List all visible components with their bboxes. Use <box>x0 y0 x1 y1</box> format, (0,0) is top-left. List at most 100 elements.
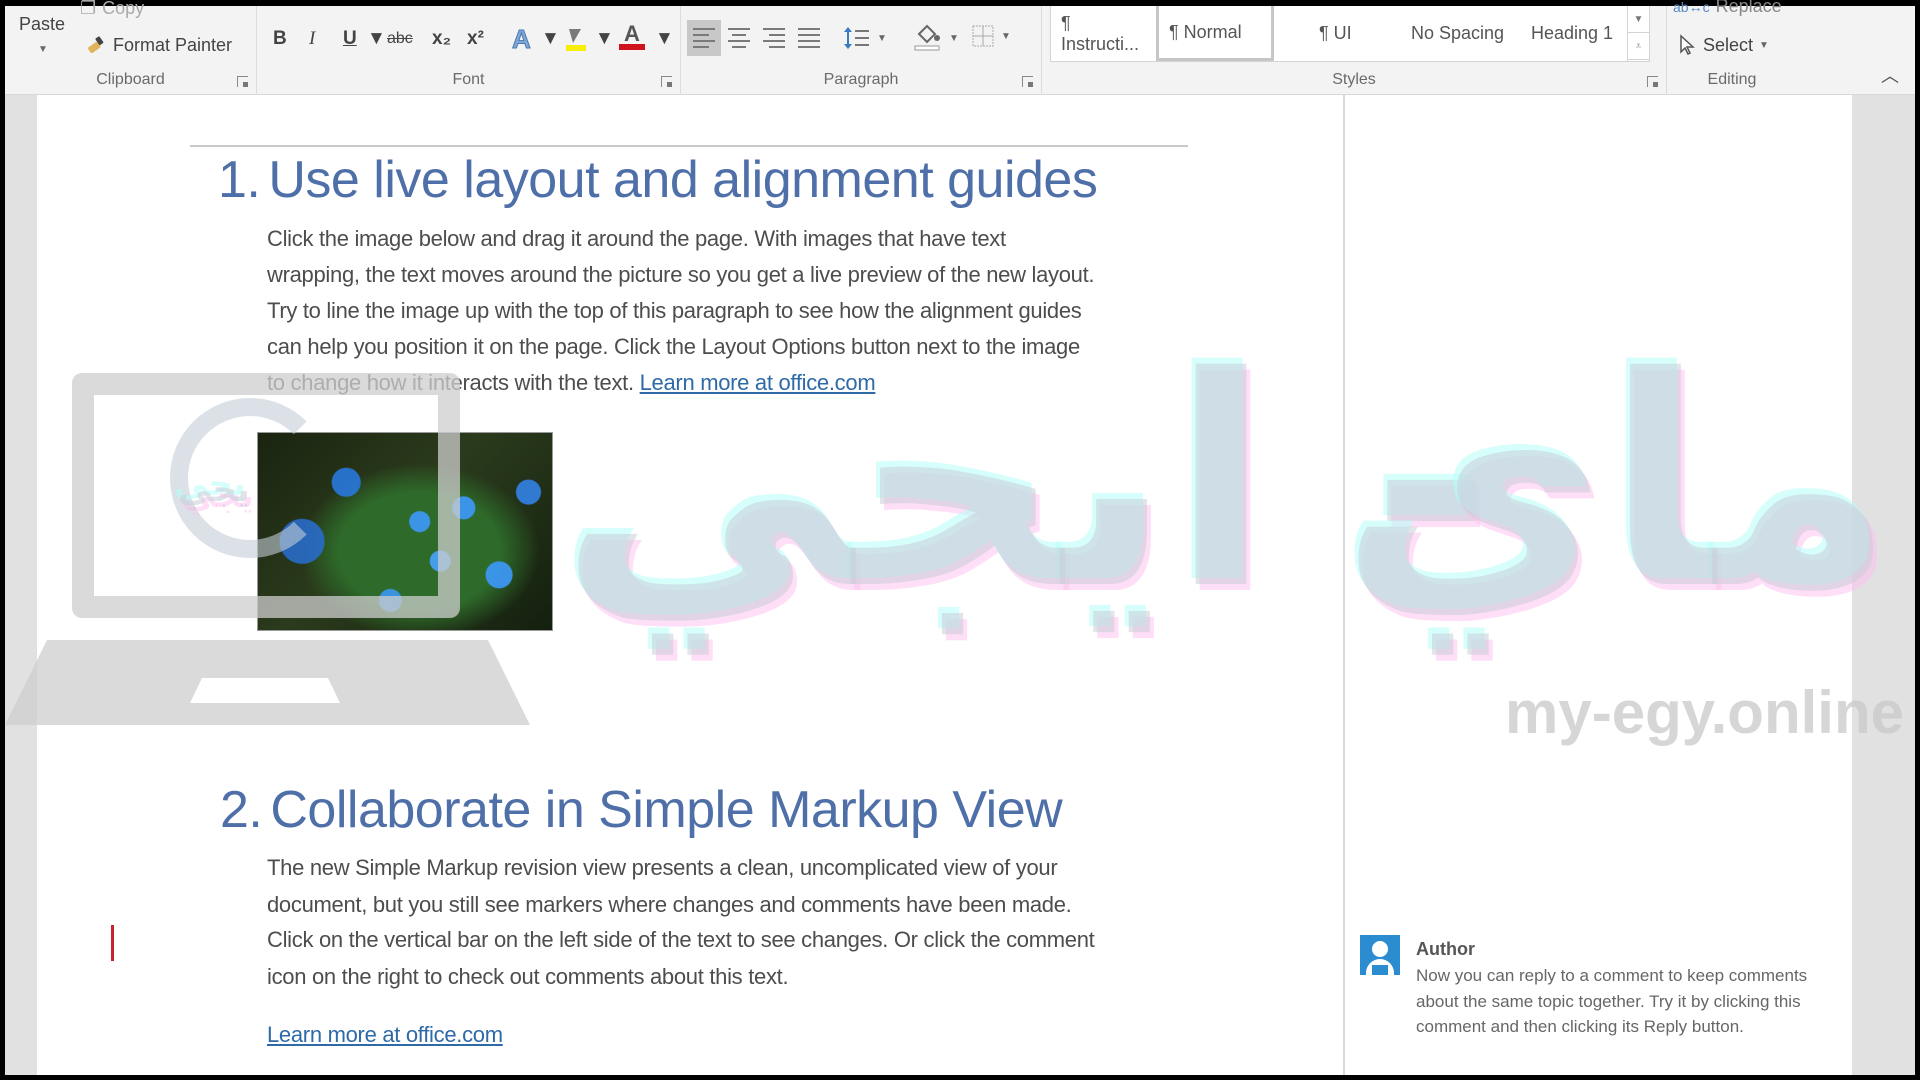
paste-label: Paste <box>19 14 66 34</box>
font-group-label: Font <box>452 71 485 88</box>
learn-more-link[interactable]: Learn more at office.com <box>640 370 876 395</box>
collapse-ribbon-chevron-up-icon[interactable]: ︿ <box>1881 62 1899 88</box>
line-spacing-button[interactable]: ▼ <box>843 24 887 52</box>
subscript-button[interactable]: x₂ <box>432 24 451 54</box>
heading-1-section-1[interactable]: 1. Use live layout and alignment guides <box>218 150 1098 210</box>
replace-button[interactable]: ab↔c Replace <box>1673 0 1782 17</box>
styles-gallery-scroll: ▼ ⩡ <box>1627 6 1649 61</box>
heading-text: Use live layout and alignment guides <box>268 151 1098 209</box>
horizontal-rule <box>190 145 1188 147</box>
heading-number: 1. <box>218 151 261 209</box>
font-color-glyph: A <box>624 21 640 46</box>
paragraph-line[interactable]: can help you position it on the page. Cl… <box>267 334 1080 360</box>
font-group: B I U ▼ abc x₂ x² A ▼ ▼ A ▼ Font <box>257 6 681 95</box>
align-left-icon <box>693 28 715 30</box>
format-painter-label: Format Painter <box>113 34 233 55</box>
superscript-button[interactable]: x² <box>467 24 484 54</box>
copy-label: Copy <box>102 0 145 18</box>
paragraph-dialog-launcher-icon[interactable] <box>1022 76 1033 87</box>
align-right-button[interactable] <box>757 20 791 56</box>
styles-gallery: ¶ Instructi... ¶ Normal ¶ UI No Spacing … <box>1050 6 1650 62</box>
select-button[interactable]: Select ▼ <box>1679 34 1769 56</box>
flower-picture[interactable] <box>257 432 553 631</box>
justify-icon <box>798 28 820 30</box>
borders-icon <box>971 24 995 48</box>
format-painter-button[interactable]: Format Painter <box>85 34 232 56</box>
heading-number: 2. <box>220 781 263 839</box>
comment-text: Now you can reply to a comment to keep c… <box>1416 966 1808 1036</box>
paragraph-line[interactable]: document, but you still see markers wher… <box>267 892 1072 918</box>
chevron-down-icon: ▼ <box>1001 30 1011 42</box>
comment-author: Author <box>1416 939 1475 959</box>
justify-button[interactable] <box>792 20 826 56</box>
replace-icon: ab↔c <box>1673 0 1710 15</box>
font-color-button[interactable]: A <box>619 21 645 54</box>
align-center-icon <box>728 28 750 30</box>
font-dialog-launcher-icon[interactable] <box>661 76 672 87</box>
styles-group: ¶ Instructi... ¶ Normal ¶ UI No Spacing … <box>1042 6 1667 95</box>
user-avatar-icon <box>1360 935 1400 975</box>
style-heading-1[interactable]: Heading 1 <box>1521 6 1629 61</box>
clipboard-group-label: Clipboard <box>96 71 165 88</box>
chevron-down-icon: ▼ <box>949 32 959 44</box>
shading-button[interactable]: ▼ <box>913 24 959 52</box>
font-color-bar-icon <box>619 44 645 50</box>
cursor-arrow-icon <box>1679 34 1697 56</box>
clipboard-dialog-launcher-icon[interactable] <box>237 76 248 87</box>
paragraph-line[interactable]: Click the image below and drag it around… <box>267 226 1006 252</box>
text-effects-button[interactable]: A <box>512 23 532 54</box>
style-ui[interactable]: ¶ UI <box>1309 6 1379 61</box>
ribbon: Paste ▼ ❐ Copy Format Painter Clipboard … <box>5 0 1915 95</box>
track-changes-bar[interactable] <box>111 925 114 961</box>
copy-icon: ❐ <box>80 0 97 18</box>
learn-more-link[interactable]: Learn more at office.com <box>267 1022 503 1047</box>
styles-group-label: Styles <box>1332 71 1376 88</box>
paragraph-group: ▼ ▼ ▼ Paragraph <box>681 6 1042 95</box>
align-right-icon <box>763 28 785 30</box>
styles-dialog-launcher-icon[interactable] <box>1647 76 1658 87</box>
paragraph-line[interactable]: to change how it interacts with the text… <box>267 370 876 396</box>
font-color-dropdown[interactable]: ▼ <box>655 24 674 54</box>
strikethrough-button[interactable]: abc <box>387 24 413 54</box>
chevron-down-icon: ▼ <box>877 32 887 44</box>
paragraph-line[interactable]: Learn more at office.com <box>267 1022 503 1048</box>
paragraph-line[interactable]: Click on the vertical bar on the left si… <box>267 927 1095 953</box>
align-left-button[interactable] <box>687 20 721 56</box>
underline-dropdown[interactable]: ▼ <box>367 24 386 54</box>
borders-button[interactable]: ▼ <box>971 24 1011 48</box>
highlight-dropdown[interactable]: ▼ <box>595 24 614 54</box>
paragraph-line[interactable]: wrapping, the text moves around the pict… <box>267 262 1095 288</box>
chevron-down-icon: ▼ <box>1759 39 1769 51</box>
clipboard-group: Paste ▼ ❐ Copy Format Painter Clipboard <box>5 0 257 95</box>
chevron-down-icon: ▼ <box>38 44 48 55</box>
line-spacing-icon <box>843 24 871 52</box>
editing-group: ab↔c Replace Select ▼ Editing <box>1667 0 1797 95</box>
underline-button[interactable]: U <box>343 24 357 54</box>
select-label: Select <box>1703 34 1754 55</box>
style-normal[interactable]: ¶ Normal <box>1156 6 1274 61</box>
paragraph-line[interactable]: icon on the right to check out comments … <box>267 964 789 990</box>
gallery-scroll-down-button[interactable]: ▼ <box>1628 6 1649 33</box>
replace-label: Replace <box>1715 0 1782 16</box>
markup-area-divider <box>1343 95 1345 1075</box>
highlight-button[interactable] <box>563 24 589 54</box>
heading-text: Collaborate in Simple Markup View <box>270 781 1063 839</box>
gallery-more-button[interactable]: ⩡ <box>1628 33 1649 60</box>
paragraph-text: to change how it interacts with the text… <box>267 370 634 395</box>
copy-button[interactable]: ❐ Copy <box>80 0 144 19</box>
align-center-button[interactable] <box>722 20 756 56</box>
heading-1-section-2[interactable]: 2. Collaborate in Simple Markup View <box>220 780 1063 840</box>
paragraph-group-label: Paragraph <box>823 71 899 88</box>
italic-button[interactable]: I <box>309 24 315 54</box>
editing-group-label: Editing <box>1707 71 1757 88</box>
paragraph-line[interactable]: Try to line the image up with the top of… <box>267 298 1082 324</box>
bold-button[interactable]: B <box>273 24 287 54</box>
text-effects-dropdown[interactable]: ▼ <box>541 24 560 54</box>
paragraph-line[interactable]: The new Simple Markup revision view pres… <box>267 855 1058 881</box>
style-instructions[interactable]: ¶ Instructi... <box>1051 6 1156 61</box>
paste-button[interactable]: Paste <box>19 14 65 35</box>
style-no-spacing[interactable]: No Spacing <box>1401 6 1521 61</box>
highlighter-icon <box>563 25 589 53</box>
paste-dropdown[interactable]: ▼ <box>38 44 48 55</box>
paint-bucket-icon <box>913 24 943 52</box>
